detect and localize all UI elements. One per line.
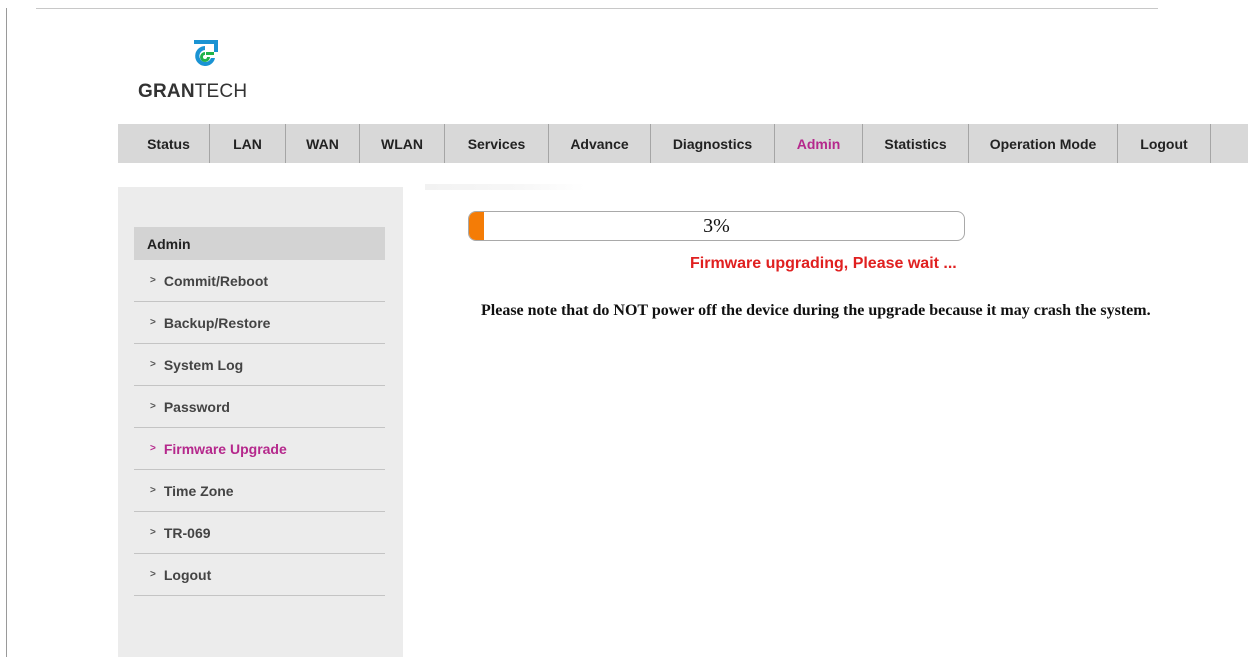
sidebar-item-label: Password [163, 398, 230, 415]
sidebar-item-tr-069[interactable]: > TR-069 [134, 512, 385, 554]
chevron-right-icon: > [150, 359, 156, 370]
chevron-right-icon: > [150, 275, 156, 286]
power-off-warning: Please note that do NOT power off the de… [481, 302, 1151, 319]
chevron-right-icon: > [150, 317, 156, 328]
chevron-right-icon: > [150, 569, 156, 580]
nav-tab-status[interactable]: Status [118, 124, 210, 163]
chevron-right-icon: > [150, 527, 156, 538]
top-nav-bar: Status LAN WAN WLAN Services Advance Dia… [118, 124, 1248, 163]
logo-text-bold: GRAN [138, 81, 195, 102]
sidebar-header: Admin [134, 227, 385, 260]
nav-tab-label: Services [467, 135, 526, 152]
grantech-logo: GRANTECH [138, 40, 276, 106]
sidebar-item-label: TR-069 [163, 524, 211, 541]
sidebar-item-commit-reboot[interactable]: > Commit/Reboot [134, 260, 385, 302]
nav-tab-label: Admin [796, 135, 841, 152]
nav-tab-admin[interactable]: Admin [775, 124, 863, 163]
nav-tab-advance[interactable]: Advance [549, 124, 651, 163]
admin-sidebar: Admin > Commit/Reboot > Backup/Restore > Sy… [118, 187, 403, 657]
nav-tab-logout[interactable]: Logout [1118, 124, 1211, 163]
sidebar-item-backup-restore[interactable]: > Backup/Restore [134, 302, 385, 344]
nav-tab-lan[interactable]: LAN [210, 124, 286, 163]
sidebar-item-logout[interactable]: > Logout [134, 554, 385, 596]
sidebar-item-password[interactable]: > Password [134, 386, 385, 428]
logo-text-rest: TECH [194, 81, 248, 102]
nav-tab-label: LAN [233, 135, 262, 152]
sidebar-item-time-zone[interactable]: > Time Zone [134, 470, 385, 512]
nav-tab-services[interactable]: Services [445, 124, 549, 163]
window-top-border [36, 8, 1158, 9]
nav-tab-label: Statistics [884, 135, 947, 152]
chevron-right-icon: > [150, 443, 156, 454]
sidebar-item-label: Time Zone [163, 482, 234, 499]
nav-tab-label: Status [147, 135, 190, 152]
window-left-border [6, 8, 7, 657]
nav-tab-statistics[interactable]: Statistics [863, 124, 969, 163]
nav-tab-label: Advance [570, 135, 629, 152]
nav-tab-label: WLAN [381, 135, 423, 152]
sidebar-item-system-log[interactable]: > System Log [134, 344, 385, 386]
faded-page-title [425, 184, 585, 190]
nav-tab-label: Diagnostics [672, 135, 753, 152]
grantech-logo-icon [194, 40, 218, 66]
nav-tab-operation-mode[interactable]: Operation Mode [969, 124, 1118, 163]
sidebar-item-label: Logout [163, 566, 212, 583]
nav-tab-label: Operation Mode [989, 135, 1097, 152]
nav-tab-wlan[interactable]: WLAN [360, 124, 445, 163]
sidebar-item-label: Firmware Upgrade [163, 440, 287, 457]
grantech-wordmark: GRANTECH [138, 81, 247, 103]
nav-tab-wan[interactable]: WAN [286, 124, 360, 163]
nav-tab-label: Logout [1140, 135, 1188, 152]
sidebar-item-label: Backup/Restore [163, 314, 271, 331]
chevron-right-icon: > [150, 401, 156, 412]
progress-percent-label: 3% [703, 214, 730, 237]
upgrade-progress-bar: 3% [468, 211, 965, 241]
chevron-right-icon: > [150, 485, 156, 496]
sidebar-item-firmware-upgrade[interactable]: > Firmware Upgrade [134, 428, 385, 470]
nav-tab-diagnostics[interactable]: Diagnostics [651, 124, 775, 163]
upgrade-status-message: Firmware upgrading, Please wait ... [690, 255, 957, 272]
sidebar-item-label: Commit/Reboot [163, 272, 269, 289]
sidebar-item-label: System Log [163, 356, 244, 373]
nav-tab-label: WAN [306, 135, 339, 152]
